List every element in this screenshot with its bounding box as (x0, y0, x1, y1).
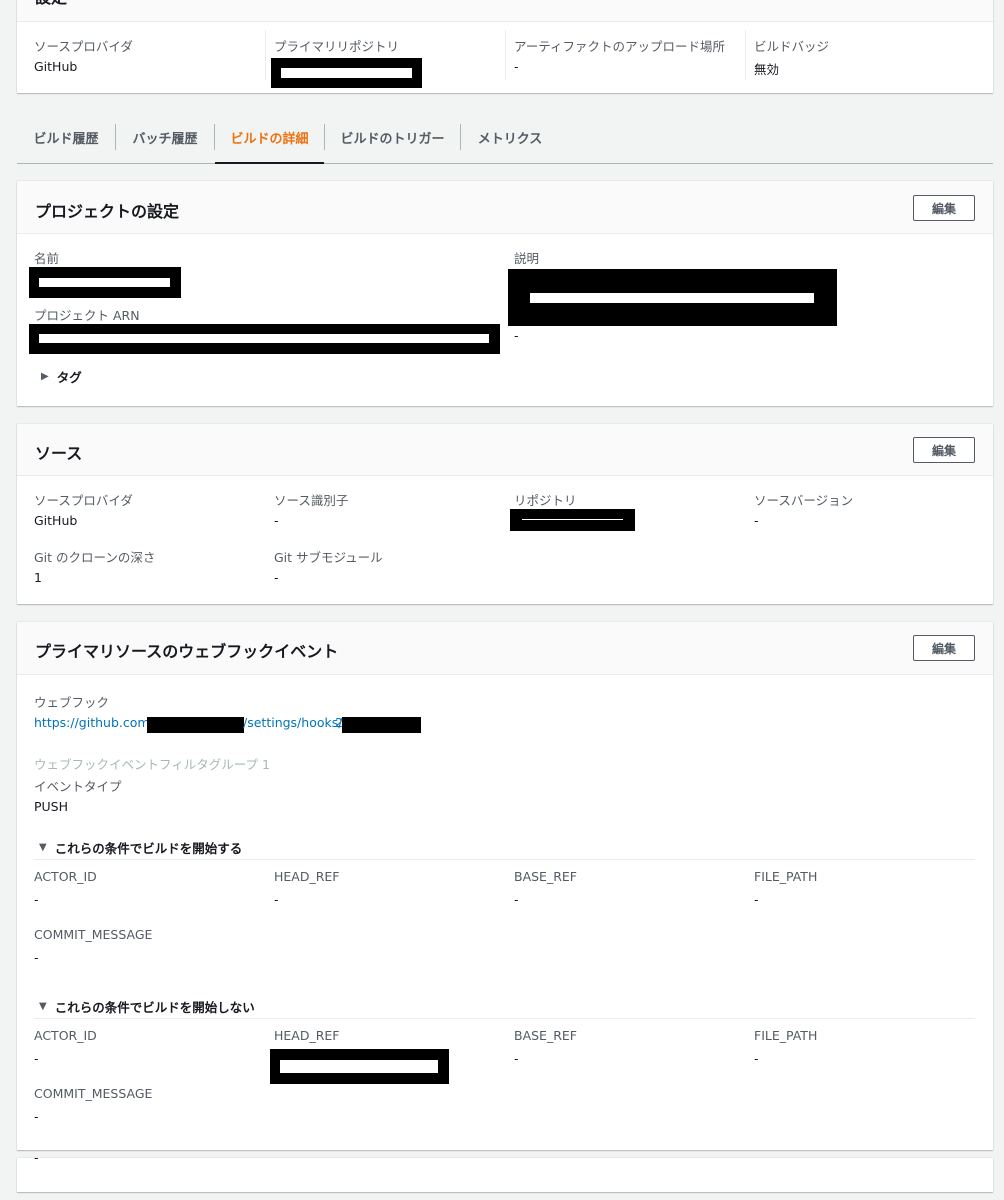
tags-expander[interactable]: ▶ タグ (41, 367, 82, 386)
settings-panel-header: 設定 (17, 0, 993, 22)
submodules-label: Git サブモジュール (274, 550, 383, 565)
bottom-panel-value: - (34, 1150, 39, 1165)
no-start-conditions-expander[interactable]: ▼ これらの条件でビルドを開始しない (39, 997, 255, 1016)
section-divider (34, 859, 975, 860)
source-title: ソース (35, 444, 83, 463)
source-provider-label: ソースプロバイダ (34, 39, 133, 54)
no-start-head-ref-label: HEAD_REF (274, 1028, 340, 1043)
tab-build-details[interactable]: ビルドの詳細 (215, 112, 324, 164)
project-name-redacted (29, 267, 181, 298)
source-identifier-value: - (274, 513, 279, 528)
source-provider-label: ソースプロバイダ (34, 493, 133, 508)
start-head-ref-value: - (274, 892, 279, 907)
source-identifier-label: ソース識別子 (274, 493, 349, 508)
source-provider-value: GitHub (34, 513, 78, 528)
project-name-label: 名前 (34, 251, 60, 266)
no-start-base-ref-value: - (514, 1051, 519, 1066)
settings-panel: 設定 ソースプロバイダ GitHub プライマリリポジトリ アーティファクトのア… (17, 0, 993, 93)
start-head-ref-label: HEAD_REF (274, 869, 340, 884)
clone-depth-label: Git のクローンの深さ (34, 550, 156, 565)
start-actor-id-value: - (34, 892, 39, 907)
caret-down-icon: ▼ (39, 842, 47, 853)
column-divider (505, 30, 506, 80)
column-divider (745, 30, 746, 80)
build-badge-label: ビルドバッジ (754, 39, 830, 54)
start-conditions-title: これらの条件でビルドを開始する (54, 841, 243, 856)
start-actor-id-label: ACTOR_ID (34, 869, 97, 884)
filter-group-label: ウェブフックイベントフィルタグループ 1 (34, 757, 270, 772)
tags-label: タグ (56, 370, 82, 385)
project-settings-edit-button[interactable]: 編集 (913, 195, 975, 221)
repository-redacted (510, 509, 635, 531)
webhook-url-id-redacted (342, 717, 421, 733)
start-conditions-expander[interactable]: ▼ これらの条件でビルドを開始する (39, 838, 242, 857)
tab-bar: ビルド履歴 バッチ履歴 ビルドの詳細 ビルドのトリガー メトリクス (17, 112, 993, 164)
tab-build-triggers[interactable]: ビルドのトリガー (325, 112, 460, 163)
repository-label: リポジトリ (514, 493, 577, 508)
source-version-value: - (754, 513, 759, 528)
submodules-value: - (274, 570, 279, 585)
tab-build-history[interactable]: ビルド履歴 (17, 112, 115, 163)
project-settings-title: プロジェクトの設定 (35, 202, 180, 221)
source-provider-value: GitHub (34, 59, 78, 74)
source-header: ソース 編集 (17, 424, 993, 476)
bottom-panel: - (17, 1150, 993, 1192)
artifact-upload-value: - (514, 59, 519, 74)
webhook-url-prefix[interactable]: https://github.com/ (34, 715, 154, 730)
tab-batch-history[interactable]: バッチ履歴 (116, 112, 214, 163)
build-badge-value: 無効 (754, 62, 780, 77)
webhook-panel: プライマリソースのウェブフックイベント 編集 ウェブフック https://gi… (17, 622, 993, 1150)
no-start-file-path-value: - (754, 1051, 759, 1066)
no-start-actor-id-label: ACTOR_ID (34, 1028, 97, 1043)
no-start-actor-id-value: - (34, 1051, 39, 1066)
no-start-file-path-label: FILE_PATH (754, 1028, 818, 1043)
start-file-path-value: - (754, 892, 759, 907)
project-settings-panel: プロジェクトの設定 編集 名前 プロジェクト ARN 説明 - ▶ タグ (17, 181, 993, 406)
description-value: - (514, 328, 519, 343)
start-commit-message-value: - (34, 950, 39, 965)
start-base-ref-label: BASE_REF (514, 869, 577, 884)
webhook-url-middle[interactable]: /settings/hooks/ (243, 715, 342, 730)
description-label: 説明 (514, 251, 540, 266)
no-start-base-ref-label: BASE_REF (514, 1028, 577, 1043)
project-settings-header: プロジェクトの設定 編集 (17, 181, 993, 234)
no-start-commit-message-value: - (34, 1109, 39, 1124)
no-start-conditions-title: これらの条件でビルドを開始しない (54, 1000, 255, 1015)
no-start-commit-message-label: COMMIT_MESSAGE (34, 1086, 153, 1101)
project-arn-redacted (29, 324, 500, 354)
webhook-header: プライマリソースのウェブフックイベント 編集 (17, 622, 993, 675)
start-commit-message-label: COMMIT_MESSAGE (34, 927, 153, 942)
start-base-ref-value: - (514, 892, 519, 907)
settings-panel-title: 設定 (35, 0, 67, 8)
source-panel: ソース 編集 ソースプロバイダ GitHub ソース識別子 - リポジトリ ソー… (17, 424, 993, 604)
column-divider (265, 30, 266, 80)
event-type-label: イベントタイプ (34, 779, 122, 794)
no-start-head-ref-redacted (270, 1049, 449, 1084)
project-arn-label: プロジェクト ARN (34, 308, 140, 323)
section-divider (34, 1018, 975, 1019)
primary-repository-label: プライマリリポジトリ (274, 39, 400, 54)
webhook-title: プライマリソースのウェブフックイベント (35, 642, 339, 661)
artifact-upload-label: アーティファクトのアップロード場所 (514, 39, 726, 54)
primary-repository-redacted (271, 58, 422, 88)
start-file-path-label: FILE_PATH (754, 869, 818, 884)
caret-right-icon: ▶ (41, 371, 49, 382)
webhook-url-owner-redacted (147, 717, 244, 733)
source-version-label: ソースバージョン (754, 493, 854, 508)
tab-metrics[interactable]: メトリクス (461, 112, 559, 163)
source-edit-button[interactable]: 編集 (913, 437, 975, 463)
caret-down-icon: ▼ (39, 1001, 47, 1012)
webhook-edit-button[interactable]: 編集 (913, 635, 975, 661)
clone-depth-value: 1 (34, 570, 42, 585)
webhook-label: ウェブフック (34, 695, 110, 710)
event-type-value: PUSH (34, 799, 69, 814)
description-redacted (508, 269, 837, 326)
